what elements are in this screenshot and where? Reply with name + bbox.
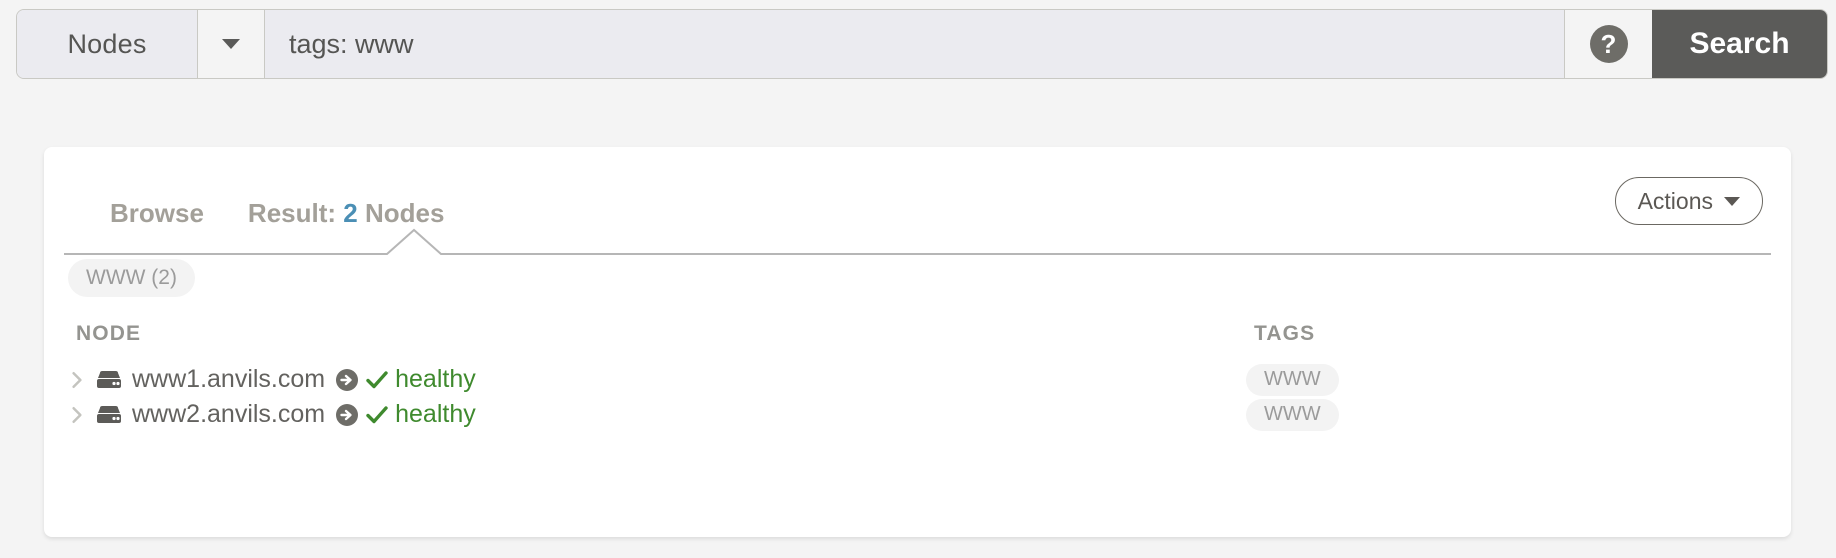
nodes-table-body: www1.anvils.com healthy WWW www2.anvils.… xyxy=(44,362,1791,432)
search-submit-label: Search xyxy=(1689,27,1790,60)
table-row: www1.anvils.com healthy WWW xyxy=(44,362,1791,397)
node-hostname-link[interactable]: www2.anvils.com xyxy=(132,400,325,429)
check-icon xyxy=(366,405,388,423)
node-hostname-link[interactable]: www1.anvils.com xyxy=(132,365,325,394)
status-badge: healthy xyxy=(395,400,476,428)
node-cell: www2.anvils.com healthy xyxy=(68,397,476,432)
tags-cell: WWW xyxy=(1246,362,1339,397)
tags-cell: WWW xyxy=(1246,397,1339,432)
search-submit-button[interactable]: Search xyxy=(1652,10,1827,78)
server-icon xyxy=(97,405,121,423)
tag-filter-chips: WWW (2) xyxy=(68,259,195,297)
node-cell: www1.anvils.com healthy xyxy=(68,362,476,397)
search-bar: Nodes ? Search xyxy=(16,9,1828,79)
column-header-node: NODE xyxy=(76,322,142,345)
search-help-button[interactable]: ? xyxy=(1564,10,1652,78)
actions-button[interactable]: Actions xyxy=(1614,177,1763,225)
column-header-tags: TAGS xyxy=(1254,322,1316,345)
tag-pill[interactable]: WWW xyxy=(1246,398,1339,431)
arrow-circle-right-icon[interactable] xyxy=(335,368,359,392)
tab-divider xyxy=(64,223,1771,257)
chevron-right-icon[interactable] xyxy=(68,371,86,389)
chevron-down-icon xyxy=(222,39,240,49)
caret-down-icon xyxy=(1724,196,1740,206)
server-icon xyxy=(97,370,121,388)
question-mark-circle-icon: ? xyxy=(1589,25,1628,63)
tag-filter-chip-www[interactable]: WWW (2) xyxy=(68,259,195,297)
check-icon xyxy=(366,370,388,388)
status-badge: healthy xyxy=(395,365,476,393)
nodes-table-header: NODE TAGS xyxy=(44,322,1791,352)
search-scope-label: Nodes xyxy=(67,28,147,59)
results-card: Browse Result: 2 Nodes Actions WWW (2) N… xyxy=(44,147,1791,537)
search-scope-button[interactable]: Nodes xyxy=(17,10,197,78)
arrow-circle-right-icon[interactable] xyxy=(335,403,359,427)
nodes-table: NODE TAGS www1.anvils.com healthy WWW ww… xyxy=(44,322,1791,431)
chevron-right-icon[interactable] xyxy=(68,406,86,424)
results-tabs: Browse Result: 2 Nodes xyxy=(44,147,488,233)
tag-filter-chip-label: WWW (2) xyxy=(86,266,177,289)
search-scope-dropdown-button[interactable] xyxy=(197,10,265,78)
table-row: www2.anvils.com healthy WWW xyxy=(44,397,1791,432)
tag-pill[interactable]: WWW xyxy=(1246,363,1339,396)
tab-divider-line xyxy=(64,228,1771,255)
search-input[interactable] xyxy=(265,10,1564,78)
actions-button-label: Actions xyxy=(1637,187,1713,214)
